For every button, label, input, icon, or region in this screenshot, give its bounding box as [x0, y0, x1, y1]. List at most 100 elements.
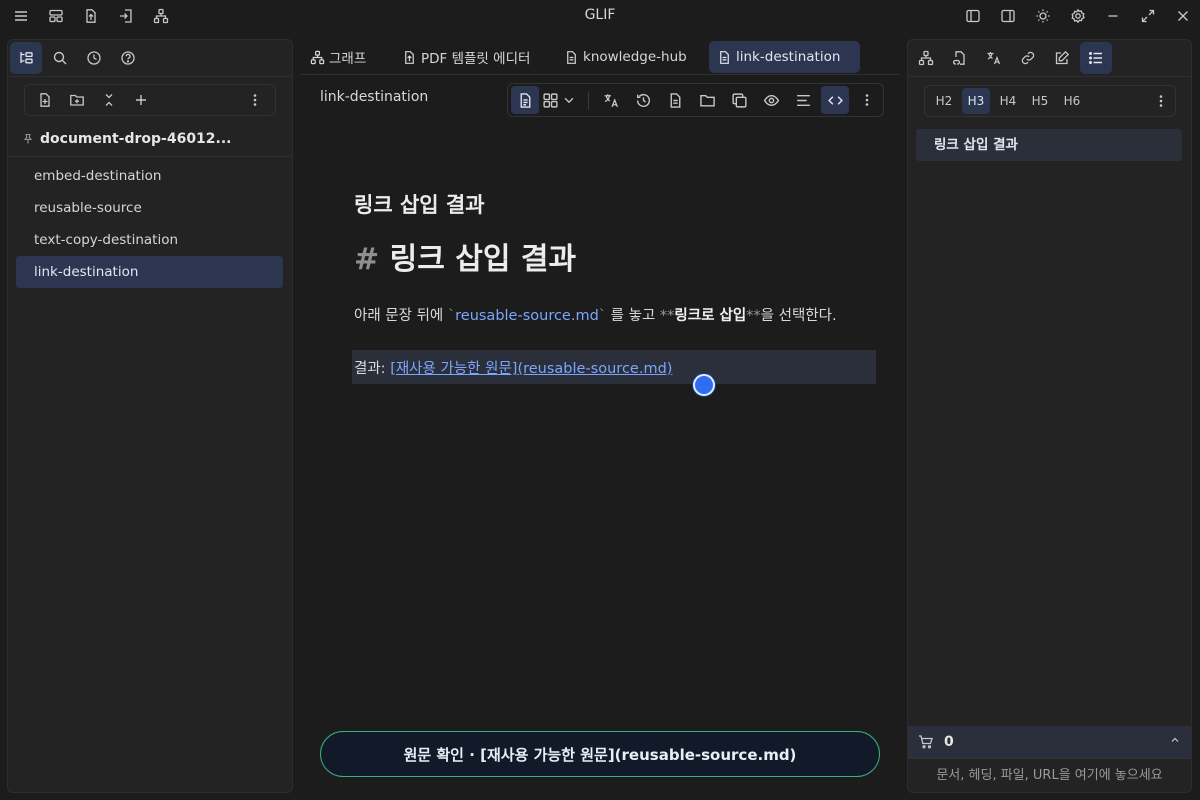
file-link-icon[interactable]: [944, 42, 976, 74]
tab-pdf-template-editor[interactable]: PDF 템플릿 에디터: [394, 41, 538, 73]
file-item-embed-destination[interactable]: embed-destination: [16, 160, 283, 192]
divider: [8, 156, 292, 157]
new-file-icon[interactable]: [29, 86, 61, 114]
divider: [588, 92, 589, 110]
close-icon[interactable]: [1170, 3, 1196, 29]
right-sidebar-tabs: [910, 42, 1112, 74]
menu-icon[interactable]: [8, 3, 34, 29]
paragraph-text: 를 놓고: [606, 308, 660, 324]
heading-1-text: 링크 삽입 결과: [389, 242, 577, 277]
chevron-up-icon[interactable]: [1169, 734, 1181, 746]
vault-header[interactable]: document-drop-46012...: [22, 128, 282, 150]
tab-link-destination[interactable]: link-destination: [709, 41, 860, 73]
tab-knowledge-hub[interactable]: knowledge-hub: [556, 41, 695, 73]
minimize-icon[interactable]: [1100, 3, 1126, 29]
more-icon[interactable]: [1147, 88, 1175, 114]
layout-icon[interactable]: [43, 3, 69, 29]
heading-label: H3: [967, 94, 985, 108]
paragraph[interactable]: 아래 문장 뒤에 `reusable-source.md` 를 놓고 **링크로…: [354, 304, 837, 325]
document-icon: [564, 50, 579, 65]
history-icon[interactable]: [78, 42, 110, 74]
graph-icon: [310, 50, 325, 65]
source-confirm-button[interactable]: 원문 확인 · [재사용 가능한 원문](reusable-source.md): [320, 731, 880, 777]
active-line[interactable]: 결과: [재사용 가능한 원문](reusable-source.md): [352, 350, 876, 384]
heading-3[interactable]: 링크 삽입 결과: [354, 189, 485, 219]
graph-icon[interactable]: [910, 42, 942, 74]
pdf-icon: [402, 50, 417, 65]
link-text[interactable]: [재사용 가능한 원문]: [390, 361, 517, 377]
outline-icon[interactable]: [1080, 42, 1112, 74]
pointer-cursor: [693, 374, 715, 396]
title-bar: GLIF: [0, 0, 1200, 32]
code-icon[interactable]: [821, 86, 849, 114]
link-icon[interactable]: [1012, 42, 1044, 74]
heading-label: H2: [935, 94, 953, 108]
new-folder-icon[interactable]: [61, 86, 93, 114]
file-tree-icon[interactable]: [10, 42, 42, 74]
heading-h4-button[interactable]: H4: [994, 88, 1022, 114]
divider: [908, 76, 1191, 77]
left-sidebar: document-drop-46012... embed-destination…: [7, 39, 293, 793]
bold-marker: **: [746, 308, 761, 324]
file-item-text-copy-destination[interactable]: text-copy-destination: [16, 224, 283, 256]
copy-icon[interactable]: [725, 86, 753, 114]
paragraph-text: 을 선택한다.: [760, 308, 837, 324]
vault-name: document-drop-46012...: [40, 131, 232, 147]
cart-icon: [918, 734, 934, 750]
align-icon[interactable]: [789, 86, 817, 114]
document-icon[interactable]: [511, 86, 539, 114]
file-list: embed-destination reusable-source text-c…: [16, 160, 283, 288]
document-title: link-destination: [320, 89, 429, 105]
folder-icon[interactable]: [693, 86, 721, 114]
history-icon[interactable]: [629, 86, 657, 114]
translate-icon[interactable]: [597, 86, 625, 114]
drop-zone[interactable]: 문서, 헤딩, 파일, URL을 여기에 놓으세요: [908, 758, 1191, 792]
tab-graph[interactable]: 그래프: [302, 41, 374, 73]
settings-icon[interactable]: [1065, 3, 1091, 29]
tab-label: link-destination: [736, 49, 841, 65]
file-item-reusable-source[interactable]: reusable-source: [16, 192, 283, 224]
link-url[interactable]: (reusable-source.md): [517, 361, 672, 377]
file-toolbar: [24, 84, 276, 116]
tab-bar: 그래프 PDF 템플릿 에디터 knowledge-hub link-desti…: [300, 39, 900, 75]
heading-1[interactable]: # 링크 삽입 결과: [354, 234, 576, 278]
left-sidebar-tabs: [10, 42, 144, 74]
heading-h5-button[interactable]: H5: [1026, 88, 1054, 114]
tab-label: knowledge-hub: [583, 49, 687, 65]
more-icon[interactable]: [853, 86, 881, 114]
heading-marker: #: [354, 242, 380, 277]
heading-label: H4: [999, 94, 1017, 108]
preview-icon[interactable]: [757, 86, 785, 114]
code-marker: `: [598, 308, 607, 324]
maximize-icon[interactable]: [1135, 3, 1161, 29]
theme-icon[interactable]: [1030, 3, 1056, 29]
file-icon[interactable]: [661, 86, 689, 114]
hierarchy-icon[interactable]: [148, 3, 174, 29]
heading-label: H5: [1031, 94, 1049, 108]
tab-label: PDF 템플릿 에디터: [421, 51, 531, 67]
edit-icon[interactable]: [1046, 42, 1078, 74]
heading-h3-button[interactable]: H3: [962, 88, 990, 114]
help-icon[interactable]: [112, 42, 144, 74]
heading-h6-button[interactable]: H6: [1058, 88, 1086, 114]
left-sidebar-icon[interactable]: [960, 3, 986, 29]
cart-count: 0: [944, 734, 954, 750]
result-line-text: 결과: [재사용 가능한 원문](reusable-source.md): [354, 357, 672, 378]
translate-icon[interactable]: [978, 42, 1010, 74]
editor-toolbar: [507, 83, 884, 117]
outline-item[interactable]: 링크 삽입 결과: [916, 129, 1182, 161]
collapse-icon[interactable]: [93, 86, 125, 114]
heading-level-filter: H2 H3 H4 H5 H6: [924, 85, 1176, 117]
heading-h2-button[interactable]: H2: [930, 88, 958, 114]
search-icon[interactable]: [44, 42, 76, 74]
chevron-down-icon[interactable]: [558, 86, 580, 114]
document-icon: [717, 50, 732, 65]
more-icon[interactable]: [239, 86, 271, 114]
import-icon[interactable]: [113, 3, 139, 29]
file-item-link-destination[interactable]: link-destination: [16, 256, 283, 288]
bold-text: 링크로 삽입: [674, 308, 747, 324]
export-icon[interactable]: [78, 3, 104, 29]
cart-bar[interactable]: 0: [908, 726, 1191, 758]
add-icon[interactable]: [125, 86, 157, 114]
right-sidebar-icon[interactable]: [995, 3, 1021, 29]
